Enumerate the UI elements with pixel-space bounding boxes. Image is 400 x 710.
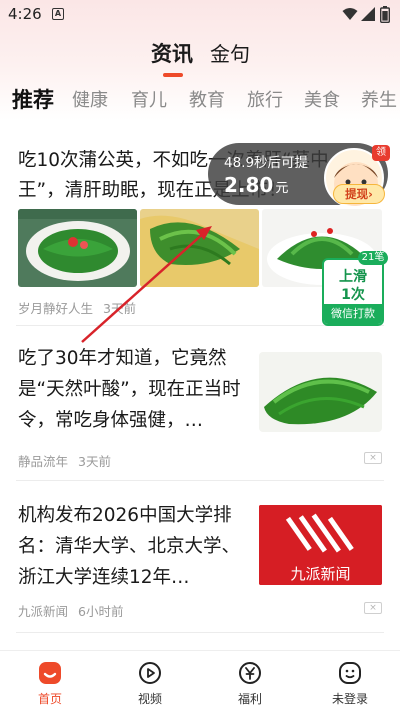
category-health[interactable]: 健康	[72, 86, 108, 112]
battery-icon	[380, 6, 390, 23]
swipe-reward-card[interactable]: 上滑 1次 微信打款	[322, 258, 384, 326]
nav-home-label: 首页	[37, 692, 62, 706]
home-icon	[39, 662, 61, 684]
article-2-source: 静品流年	[18, 454, 69, 469]
reward-amount-unit: 元	[275, 181, 289, 196]
withdraw-button[interactable]: 提现›	[333, 184, 385, 204]
article-3-title[interactable]: 机构发布2026中国大学排名：清华大学、北京大学、浙江大学连续12年…	[18, 500, 250, 593]
divider	[16, 480, 384, 481]
article-3-source: 九派新闻	[18, 604, 69, 619]
dismiss-article-2-button[interactable]: ×	[364, 452, 382, 464]
swipe-card-line1: 上滑	[339, 269, 367, 285]
article-3-meta: 九派新闻 6小时前	[18, 601, 123, 620]
active-tab-indicator	[163, 73, 183, 77]
category-parenting[interactable]: 育儿	[131, 86, 167, 112]
nav-video-label: 视频	[137, 692, 162, 706]
smiley-profile-icon	[339, 662, 361, 684]
article-2-time: 3天前	[78, 454, 111, 469]
article-2-thumbnail	[259, 352, 382, 432]
nav-profile-label: 未登录	[331, 692, 368, 706]
article-3-thumb-text: 九派新闻	[290, 565, 351, 583]
nav-welfare-label: 福利	[237, 692, 262, 706]
category-travel[interactable]: 旅行	[247, 86, 283, 112]
video-play-icon	[139, 662, 161, 684]
wifi-icon	[342, 8, 358, 20]
nav-video[interactable]: 视频	[110, 661, 190, 707]
claim-badge: 领	[372, 145, 390, 161]
yen-coin-icon	[239, 662, 261, 684]
tab-quotes[interactable]: 金句	[210, 38, 250, 67]
article-3-time: 6小时前	[78, 604, 124, 619]
reward-amount: 2.80 元	[224, 173, 288, 197]
annotation-arrow	[81, 226, 212, 343]
category-food[interactable]: 美食	[304, 86, 340, 112]
nav-welfare[interactable]: 福利	[210, 661, 290, 707]
swipe-card-count-badge: 21笔	[358, 251, 388, 265]
category-education[interactable]: 教育	[189, 86, 225, 112]
dismiss-article-3-button[interactable]: ×	[364, 602, 382, 614]
nav-home[interactable]: 首页	[10, 661, 90, 707]
bottom-nav: 首页 视频 福利 未登录	[0, 650, 400, 710]
status-time: 4:26	[8, 5, 42, 23]
divider	[16, 632, 384, 633]
reward-amount-value: 2.80	[224, 173, 274, 197]
article-2-meta: 静品流年 3天前	[18, 451, 111, 470]
header-tabs: 资讯 金句	[0, 38, 400, 78]
withdraw-arrow-icon: ›	[368, 187, 373, 201]
category-recommend[interactable]: 推荐	[12, 84, 54, 114]
withdraw-label: 提现	[345, 187, 369, 201]
category-row: 推荐 健康 育儿 教育 旅行 美食 养生	[0, 86, 400, 116]
countdown-text: 48.9秒后可提	[224, 155, 309, 171]
article-3-thumbnail: 九派新闻	[259, 505, 382, 585]
swipe-card-footer: 微信打款	[324, 304, 382, 324]
category-wellness[interactable]: 养生	[361, 86, 397, 112]
nav-profile[interactable]: 未登录	[310, 661, 390, 707]
swipe-card-line2: 1次	[341, 287, 365, 303]
tab-news[interactable]: 资讯	[151, 38, 193, 68]
notification-a-icon: A	[52, 8, 64, 20]
article-2-title[interactable]: 吃了30年才知道，它竟然是“天然叶酸”，现在正当时令，常吃身体强健，…	[18, 343, 250, 436]
status-bar: 4:26 A	[0, 0, 400, 30]
signal-icon	[361, 7, 375, 21]
